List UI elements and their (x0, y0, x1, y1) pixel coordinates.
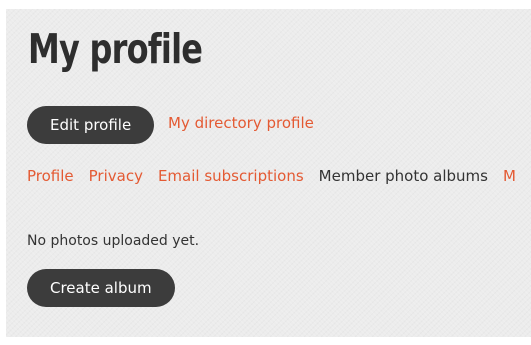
directory-profile-link[interactable]: My directory profile (168, 114, 314, 132)
page-title: My profile (28, 25, 203, 73)
tab-member-photo-albums[interactable]: Member photo albums (319, 167, 488, 185)
empty-albums-message: No photos uploaded yet. (27, 233, 200, 249)
tab-profile[interactable]: Profile (27, 167, 74, 185)
profile-tabs: Profile Privacy Email subscriptions Memb… (27, 167, 516, 185)
tab-email-subscriptions[interactable]: Email subscriptions (158, 167, 304, 185)
profile-panel: My profile Edit profile My directory pro… (6, 9, 531, 337)
tab-more-truncated[interactable]: M (503, 167, 516, 185)
tab-privacy[interactable]: Privacy (89, 167, 143, 185)
create-album-button[interactable]: Create album (27, 269, 175, 307)
edit-profile-button[interactable]: Edit profile (27, 106, 155, 144)
